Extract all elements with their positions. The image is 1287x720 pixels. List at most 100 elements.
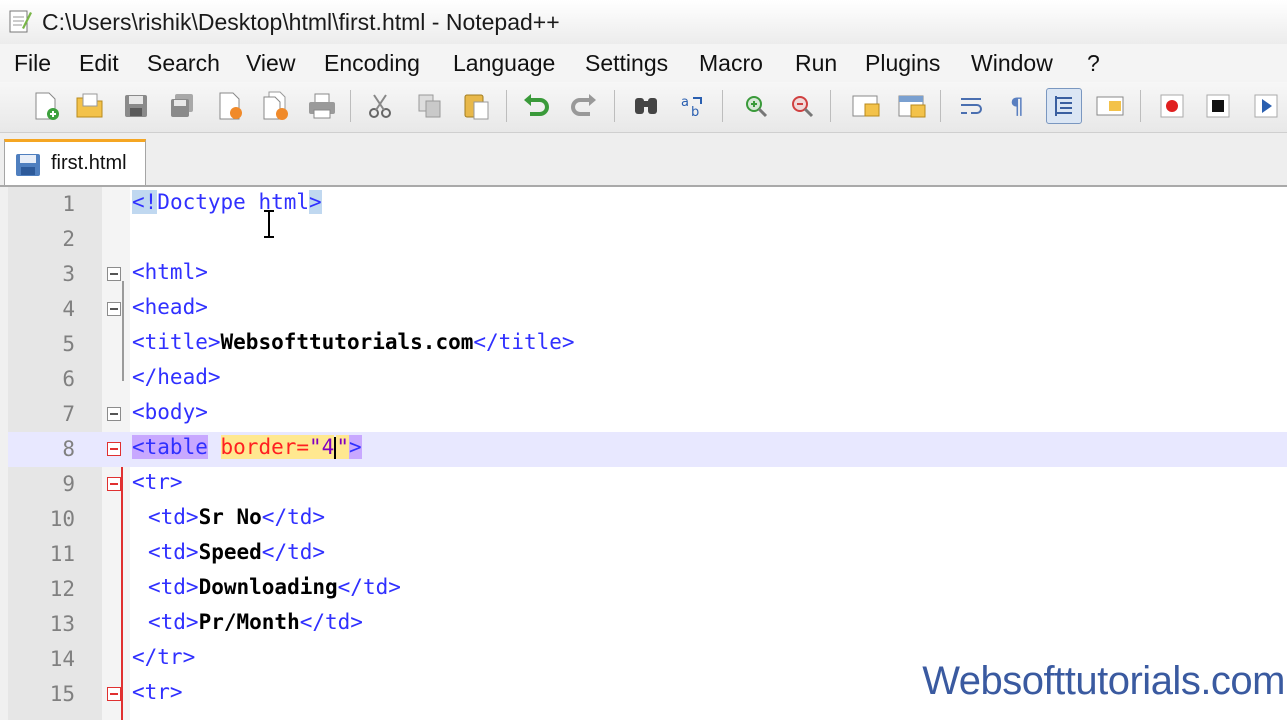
line-number: 2 bbox=[62, 227, 75, 251]
toolbar-separator bbox=[940, 90, 941, 122]
menu-language[interactable]: Language bbox=[453, 50, 555, 77]
table-open-tag: <table bbox=[132, 435, 208, 459]
code-text: <html> bbox=[132, 260, 208, 284]
td-close-tag: </td> bbox=[261, 505, 326, 529]
code-line-6: 6 </head> bbox=[8, 362, 1287, 397]
save-icon[interactable] bbox=[118, 88, 154, 124]
code-line-9: 9 <tr> bbox=[8, 467, 1287, 502]
zoom-in-icon[interactable] bbox=[738, 88, 774, 124]
language-icon[interactable] bbox=[1092, 88, 1128, 124]
tab-bar: first.html bbox=[0, 133, 1287, 187]
code-line-8: 8 <table border="4"> bbox=[8, 432, 1287, 467]
save-all-icon[interactable] bbox=[164, 88, 200, 124]
border-attribute: border= bbox=[220, 435, 310, 459]
menu-edit[interactable]: Edit bbox=[79, 50, 119, 77]
menu-run[interactable]: Run bbox=[795, 50, 837, 77]
td-text: Sr No bbox=[198, 505, 262, 529]
print-icon[interactable] bbox=[304, 88, 340, 124]
undo-icon[interactable] bbox=[518, 88, 554, 124]
paste-icon[interactable] bbox=[458, 88, 494, 124]
menu-bar: File Edit Search View Encoding Language … bbox=[0, 44, 1287, 82]
sync-vertical-icon[interactable] bbox=[848, 88, 884, 124]
zoom-out-icon[interactable] bbox=[784, 88, 820, 124]
play-macro-icon[interactable] bbox=[1248, 88, 1284, 124]
td-text: Speed bbox=[198, 540, 262, 564]
toolbar-separator bbox=[1140, 90, 1141, 122]
code-text: <td>Pr/Month</td> bbox=[148, 610, 363, 634]
menu-help[interactable]: ? bbox=[1087, 50, 1100, 77]
code-line-4: 4 <head> bbox=[8, 292, 1287, 327]
code-text: <td>Speed</td> bbox=[148, 540, 325, 564]
menu-search[interactable]: Search bbox=[147, 50, 220, 77]
watermark-text: Websofttutorials.com bbox=[922, 659, 1285, 703]
fold-toggle[interactable] bbox=[107, 687, 121, 701]
code-text: <!Doctype html> bbox=[132, 190, 322, 214]
sync-horizontal-icon[interactable] bbox=[894, 88, 930, 124]
td-text: Downloading bbox=[198, 575, 338, 599]
td-close-tag: </td> bbox=[261, 540, 326, 564]
word-wrap-icon[interactable] bbox=[954, 88, 990, 124]
window-title: C:\Users\rishik\Desktop\html\first.html … bbox=[42, 9, 560, 35]
open-file-icon[interactable] bbox=[72, 88, 108, 124]
menu-window[interactable]: Window bbox=[971, 50, 1053, 77]
indent-guide-icon[interactable] bbox=[1046, 88, 1082, 124]
line-number: 6 bbox=[62, 367, 75, 391]
fold-toggle[interactable] bbox=[107, 477, 121, 491]
close-all-icon[interactable] bbox=[258, 88, 294, 124]
record-macro-icon[interactable] bbox=[1154, 88, 1190, 124]
code-text: <td>Downloading</td> bbox=[148, 575, 401, 599]
line-number: 4 bbox=[62, 297, 75, 321]
code-text: <tr> bbox=[132, 470, 183, 494]
fold-toggle[interactable] bbox=[107, 442, 121, 456]
line-number: 10 bbox=[49, 507, 75, 531]
menu-view[interactable]: View bbox=[246, 50, 295, 77]
line-number: 1 bbox=[62, 192, 75, 216]
line-number: 5 bbox=[62, 332, 75, 356]
toolbar-separator bbox=[350, 90, 351, 122]
code-text: </tr> bbox=[132, 645, 196, 669]
code-line-13: 13 <td>Pr/Month</td> bbox=[8, 607, 1287, 642]
line-number: 11 bbox=[49, 542, 75, 566]
doctype-open: <! bbox=[132, 190, 158, 214]
code-text: <body> bbox=[132, 400, 208, 424]
code-text: <td>Sr No</td> bbox=[148, 505, 325, 529]
fold-toggle[interactable] bbox=[107, 267, 121, 281]
svg-text:b: b bbox=[691, 105, 699, 120]
code-text: <title>Websofttutorials.com</title> bbox=[132, 330, 575, 354]
td-text: Pr/Month bbox=[198, 610, 300, 634]
close-icon[interactable] bbox=[212, 88, 248, 124]
menu-plugins[interactable]: Plugins bbox=[865, 50, 940, 77]
line-number: 9 bbox=[62, 472, 75, 496]
menu-macro[interactable]: Macro bbox=[699, 50, 763, 77]
td-open-tag: <td> bbox=[148, 505, 199, 529]
toolbar-separator bbox=[722, 90, 723, 122]
code-editor[interactable]: 1 <!Doctype html> 2 3 <html> 4 <head> 5 … bbox=[8, 187, 1287, 720]
code-text: </head> bbox=[132, 365, 221, 389]
doctype-close: > bbox=[309, 190, 322, 214]
cut-icon[interactable] bbox=[362, 88, 398, 124]
tab-first-html[interactable]: first.html bbox=[4, 139, 146, 185]
new-file-icon[interactable] bbox=[28, 88, 64, 124]
line-number: 14 bbox=[49, 647, 75, 671]
find-icon[interactable] bbox=[628, 88, 664, 124]
replace-icon[interactable]: ab bbox=[676, 88, 712, 124]
td-open-tag: <td> bbox=[148, 610, 199, 634]
code-text: <head> bbox=[132, 295, 208, 319]
redo-icon[interactable] bbox=[566, 88, 602, 124]
stop-macro-icon[interactable] bbox=[1200, 88, 1236, 124]
table-open-tag-close: > bbox=[348, 435, 362, 459]
title-bar: C:\Users\rishik\Desktop\html\first.html … bbox=[0, 0, 1287, 44]
td-close-tag: </td> bbox=[299, 610, 363, 634]
fold-toggle[interactable] bbox=[107, 407, 121, 421]
notepad-plus-plus-icon bbox=[9, 10, 32, 33]
code-line-3: 3 <html> bbox=[8, 257, 1287, 292]
menu-settings[interactable]: Settings bbox=[585, 50, 668, 77]
code-line-1: 1 <!Doctype html> bbox=[8, 187, 1287, 222]
fold-toggle[interactable] bbox=[107, 302, 121, 316]
menu-encoding[interactable]: Encoding bbox=[324, 50, 420, 77]
code-line-11: 11 <td>Speed</td> bbox=[8, 537, 1287, 572]
menu-file[interactable]: File bbox=[14, 50, 51, 77]
svg-text:¶: ¶ bbox=[1010, 95, 1024, 120]
show-all-chars-icon[interactable]: ¶ bbox=[1000, 88, 1036, 124]
copy-icon[interactable] bbox=[412, 88, 448, 124]
